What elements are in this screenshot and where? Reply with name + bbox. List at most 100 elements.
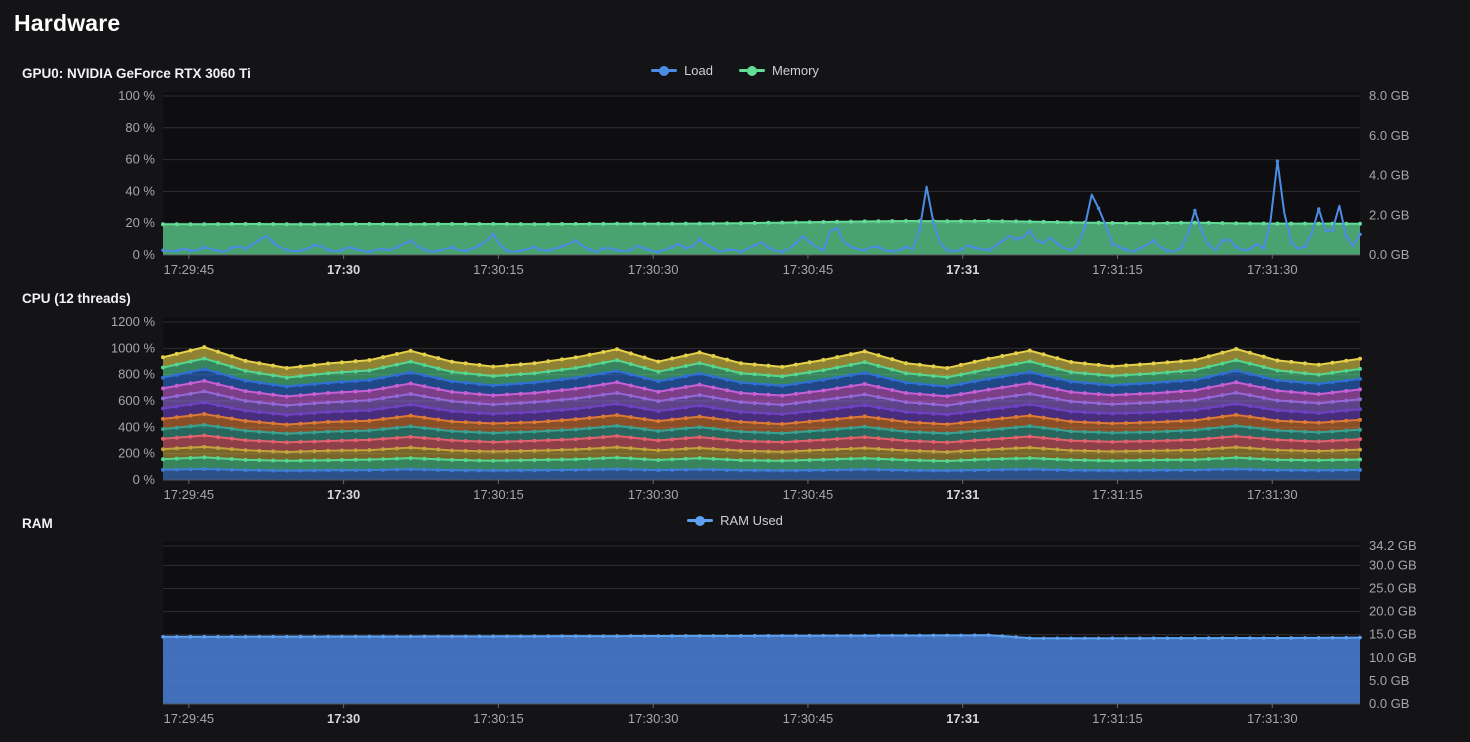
series-marker <box>1055 437 1059 441</box>
series-marker <box>216 435 220 439</box>
series-marker <box>1358 457 1362 461</box>
series-marker <box>175 222 179 226</box>
series-marker <box>794 430 798 434</box>
series-marker <box>877 245 880 248</box>
series-marker <box>1344 399 1348 403</box>
series-marker <box>574 376 578 380</box>
series-marker <box>161 355 165 359</box>
series-marker <box>849 245 852 248</box>
series-marker <box>422 416 426 420</box>
series-marker <box>766 383 770 387</box>
series-marker <box>1193 378 1197 382</box>
series-marker <box>945 634 949 638</box>
series-marker <box>354 419 358 423</box>
series-marker <box>615 369 619 373</box>
series-marker <box>1138 636 1142 640</box>
series-marker <box>711 427 715 431</box>
series-marker <box>422 436 426 440</box>
ram-usage-chart[interactable]: 17:29:4517:3017:30:1517:30:3017:30:4517:… <box>0 538 1470 734</box>
series-marker <box>1097 636 1101 640</box>
series-marker <box>615 456 619 460</box>
series-marker <box>326 449 330 453</box>
series-marker <box>519 421 523 425</box>
series-marker <box>1138 439 1142 443</box>
series-marker <box>354 247 357 250</box>
axis-tick-label: 0 % <box>133 472 156 487</box>
legend-item-load[interactable]: Load <box>651 63 713 78</box>
series-marker <box>1179 359 1183 363</box>
series-marker <box>1220 383 1224 387</box>
series-marker <box>1028 349 1032 353</box>
series-marker <box>1275 358 1279 362</box>
series-marker <box>161 437 165 441</box>
cpu-threads-chart[interactable]: 17:29:4517:3017:30:1517:30:3017:30:4517:… <box>0 314 1470 510</box>
series-marker <box>1055 356 1059 360</box>
series-marker <box>821 378 825 382</box>
series-marker <box>1083 371 1087 375</box>
series-marker <box>574 417 578 421</box>
series-marker <box>1248 393 1252 397</box>
series-marker <box>1262 457 1266 461</box>
series-marker <box>987 428 991 432</box>
series-marker <box>216 350 220 354</box>
series-marker <box>189 424 193 428</box>
cpu-chart-title: CPU (12 threads) <box>22 291 131 306</box>
series-marker <box>794 392 798 396</box>
series-marker <box>670 245 673 248</box>
series-marker <box>1330 380 1334 384</box>
series-marker <box>987 468 991 472</box>
series-marker <box>230 354 234 358</box>
series-marker <box>1207 365 1211 369</box>
series-marker <box>422 384 426 388</box>
series-marker <box>821 428 825 432</box>
series-marker <box>959 634 963 638</box>
series-marker <box>931 449 935 453</box>
series-marker <box>588 374 592 378</box>
series-marker <box>931 402 935 406</box>
series-marker <box>189 635 193 639</box>
series-marker <box>863 435 867 439</box>
series-marker <box>271 393 275 397</box>
axis-tick-label: 17:30:30 <box>628 487 679 502</box>
series-marker <box>519 634 523 638</box>
series-marker <box>1289 458 1293 462</box>
series-marker <box>1124 382 1128 386</box>
series-marker <box>1097 468 1101 472</box>
series-marker <box>560 468 564 472</box>
series-marker <box>1345 235 1348 238</box>
series-marker <box>354 379 358 383</box>
series-marker <box>464 371 468 375</box>
series-marker <box>1028 381 1032 385</box>
series-marker <box>1290 241 1293 244</box>
series-marker <box>1042 436 1046 440</box>
series-marker <box>1358 222 1362 226</box>
series-marker <box>395 373 399 377</box>
series-marker <box>1330 439 1334 443</box>
series-marker <box>876 416 880 420</box>
series-marker <box>340 390 344 394</box>
series-marker <box>1234 467 1238 471</box>
series-marker <box>1069 360 1073 364</box>
series-marker <box>684 447 688 451</box>
series-marker <box>849 384 853 388</box>
series-marker <box>1055 220 1059 224</box>
series-marker <box>890 428 894 432</box>
series-marker <box>340 222 344 226</box>
series-marker <box>189 414 193 418</box>
gpu-usage-chart[interactable]: 17:29:4517:3017:30:1517:30:3017:30:4517:… <box>0 88 1470 288</box>
legend-item-memory[interactable]: Memory <box>739 63 819 78</box>
legend-item-ram-used[interactable]: RAM Used <box>687 513 783 528</box>
series-marker <box>1083 410 1087 414</box>
series-marker <box>546 429 550 433</box>
series-marker <box>1207 427 1211 431</box>
series-marker <box>202 389 206 393</box>
series-marker <box>698 237 701 240</box>
series-marker <box>1000 406 1004 410</box>
series-marker <box>1000 447 1004 451</box>
series-marker <box>1069 400 1073 404</box>
series-marker <box>161 447 165 451</box>
series-marker <box>890 438 894 442</box>
series-marker <box>409 456 413 460</box>
series-marker <box>326 222 330 226</box>
axis-tick-label: 17:31:30 <box>1247 262 1298 277</box>
